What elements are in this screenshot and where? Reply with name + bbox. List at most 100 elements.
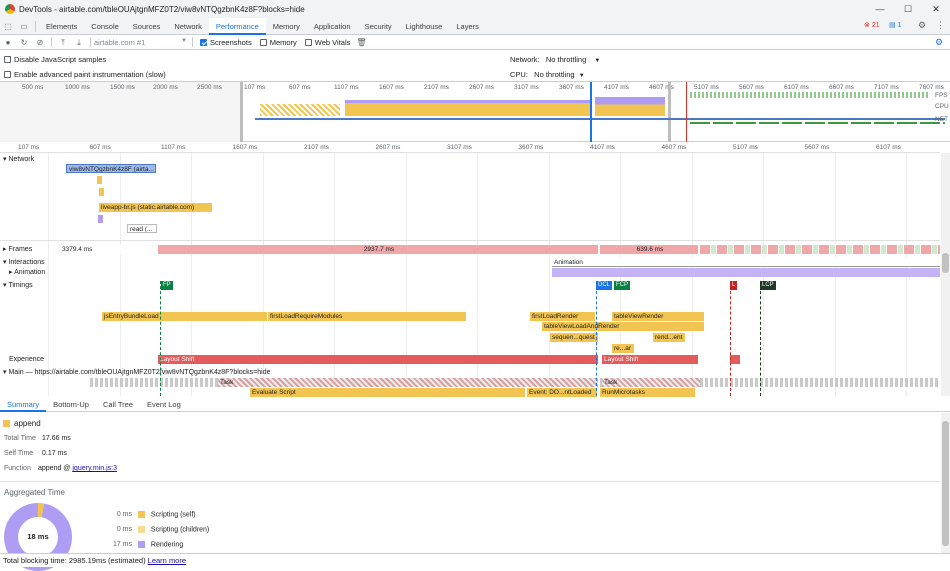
timing-bar[interactable]: tableViewLoadAndRender xyxy=(542,322,704,331)
flame-chart[interactable]: ▾ Network viw8vNTQgzbnK4z8F (airta... li… xyxy=(0,153,940,397)
cpu-throttle: CPU: No throttling ▼ xyxy=(510,70,585,79)
timing-bar[interactable]: tableViewRender xyxy=(612,312,704,321)
main-task-bar[interactable]: Task xyxy=(218,378,598,387)
close-button[interactable]: ✕ xyxy=(922,0,950,18)
timing-bar[interactable]: jsEntryBundleLoad xyxy=(102,312,267,321)
summary-scrollbar[interactable] xyxy=(941,413,950,553)
divider xyxy=(35,20,36,32)
frame-bar[interactable]: 3379.4 ms xyxy=(60,245,155,254)
animation-bar[interactable] xyxy=(552,268,940,277)
tab-application[interactable]: Application xyxy=(307,18,358,35)
net-request-bar[interactable]: liveapp-br.js (static.airtable.com) xyxy=(99,203,212,212)
scrollbar-thumb[interactable] xyxy=(942,421,949,546)
timing-bar[interactable]: rend...ent xyxy=(653,333,685,342)
selection-handle-right[interactable] xyxy=(668,82,671,142)
total-time-row: Total Time 17.66 ms xyxy=(4,435,71,442)
capture-settings-gear-icon[interactable]: ⚙ xyxy=(935,37,943,48)
net-request-bar[interactable]: viw8vNTQgzbnK4z8F (airta... xyxy=(66,164,156,173)
settings-gear-icon[interactable]: ⚙ xyxy=(918,20,926,31)
main-call-bar[interactable]: Evaluate Script xyxy=(250,388,525,397)
cpu-throttle-select[interactable]: No throttling ▼ xyxy=(534,70,584,79)
track-animation[interactable]: ▸ Animation xyxy=(9,268,45,276)
tab-summary[interactable]: Summary xyxy=(0,397,47,412)
timing-bar[interactable]: firstLoadRequireModules xyxy=(268,312,466,321)
learn-more-link[interactable]: Learn more xyxy=(148,556,186,565)
tab-layers[interactable]: Layers xyxy=(449,18,486,35)
aggregated-value: 0 ms xyxy=(116,511,132,519)
net-line-2 xyxy=(690,122,945,124)
timeline-overview[interactable]: 500 ms 1000 ms 1500 ms 2000 ms 2500 ms 1… xyxy=(0,82,950,142)
message-badge[interactable]: ▤ 1 xyxy=(889,21,901,29)
trash-icon[interactable]: 🗑 xyxy=(356,38,366,47)
checkbox-icon xyxy=(304,38,312,46)
marker-fp[interactable]: FP xyxy=(161,281,173,290)
upload-icon[interactable]: ⤒ xyxy=(55,35,71,50)
timing-bar[interactable]: re...ar xyxy=(612,344,634,353)
record-icon[interactable]: ● xyxy=(0,35,16,50)
timing-bar[interactable]: sequen...quest xyxy=(550,333,598,342)
self-time-value: 0.17 ms xyxy=(42,450,67,457)
clear-icon[interactable]: ⊘ xyxy=(32,35,48,50)
main-task-bar[interactable]: Task xyxy=(602,378,700,387)
net-request-bar[interactable]: read (... xyxy=(127,224,157,233)
tab-network[interactable]: Network xyxy=(167,18,209,35)
adv-paint-checkbox[interactable]: Enable advanced paint instrumentation (s… xyxy=(4,70,166,79)
track-experience[interactable]: Experience xyxy=(9,356,44,363)
net-request-bar-small[interactable] xyxy=(97,176,102,184)
overview-tick: 3107 ms xyxy=(514,84,539,91)
main-call-bar[interactable]: Event: DO...ntLoaded xyxy=(527,388,597,397)
maximize-button[interactable]: ☐ xyxy=(894,0,922,18)
reload-record-icon[interactable]: ↻ xyxy=(16,35,32,50)
tab-elements[interactable]: Elements xyxy=(39,18,84,35)
inspect-icon[interactable]: ⬚ xyxy=(0,19,16,34)
selection-handle-left[interactable] xyxy=(240,82,243,142)
animation-header: Animation xyxy=(552,258,940,267)
error-badge[interactable]: ⊗ 21 xyxy=(864,21,880,29)
flame-scrollbar[interactable] xyxy=(941,153,950,396)
track-frames[interactable]: ▸ Frames xyxy=(3,245,32,253)
tab-performance[interactable]: Performance xyxy=(208,17,266,35)
marker-l[interactable]: L xyxy=(730,281,738,290)
tab-event-log[interactable]: Event Log xyxy=(140,397,188,412)
tab-call-tree[interactable]: Call Tree xyxy=(96,397,140,412)
download-icon[interactable]: ⤓ xyxy=(71,35,87,50)
net-request-bar-small[interactable] xyxy=(99,188,104,196)
function-source-link[interactable]: jquery.min.js:3 xyxy=(72,465,117,472)
layout-shift-bar[interactable]: Layout Shift xyxy=(158,355,598,364)
marker-fcp[interactable]: FCP xyxy=(614,281,630,290)
more-options-icon[interactable]: ⋮ xyxy=(936,20,945,31)
profile-select[interactable]: airtable.com #1 ▼ xyxy=(94,38,189,47)
track-main[interactable]: ▾ Main — https://airtable.com/tbleOUAjtg… xyxy=(3,368,271,376)
net-request-bar-small[interactable] xyxy=(98,215,103,223)
track-interactions[interactable]: ▾ Interactions xyxy=(3,258,45,266)
tab-bottom-up[interactable]: Bottom-Up xyxy=(46,397,96,412)
track-network[interactable]: ▾ Network xyxy=(3,155,34,163)
fp-line xyxy=(160,281,161,396)
tab-console[interactable]: Console xyxy=(84,18,126,35)
device-toolbar-icon[interactable]: ▭ xyxy=(16,19,32,34)
timing-bar[interactable]: firstLoadRender xyxy=(530,312,595,321)
frame-bar[interactable]: 2937.7 ms xyxy=(158,245,598,254)
tab-security[interactable]: Security xyxy=(358,18,399,35)
frame-bar[interactable]: 639.6 ms xyxy=(600,245,698,254)
overview-tick: 2000 ms xyxy=(153,84,178,91)
memory-checkbox[interactable]: Memory xyxy=(259,38,297,47)
tab-sources[interactable]: Sources xyxy=(126,18,168,35)
layout-shift-bar-small[interactable] xyxy=(730,355,740,364)
disable-js-checkbox[interactable]: Disable JavaScript samples xyxy=(4,55,106,64)
scrollbar-thumb[interactable] xyxy=(942,253,949,273)
track-timings[interactable]: ▾ Timings xyxy=(3,281,33,289)
tab-lighthouse[interactable]: Lighthouse xyxy=(399,18,450,35)
screenshots-checkbox[interactable]: Screenshots xyxy=(200,38,252,47)
main-call-bar[interactable]: RunMicrotasks xyxy=(600,388,695,397)
marker-lcp[interactable]: LCP xyxy=(760,281,776,290)
message-count: 1 xyxy=(897,22,902,29)
overview-tick: 2607 ms xyxy=(469,84,494,91)
network-throttle-select[interactable]: No throttling ▼ xyxy=(546,55,600,64)
layout-shift-bar[interactable]: Layout Shift xyxy=(602,355,698,364)
webvitals-checkbox[interactable]: Web Vitals xyxy=(304,38,350,47)
minimize-button[interactable]: — xyxy=(866,0,894,18)
ruler-tick: 607 ms xyxy=(89,144,111,151)
tab-memory[interactable]: Memory xyxy=(266,18,307,35)
marker-dcl[interactable]: DCL xyxy=(596,281,613,290)
